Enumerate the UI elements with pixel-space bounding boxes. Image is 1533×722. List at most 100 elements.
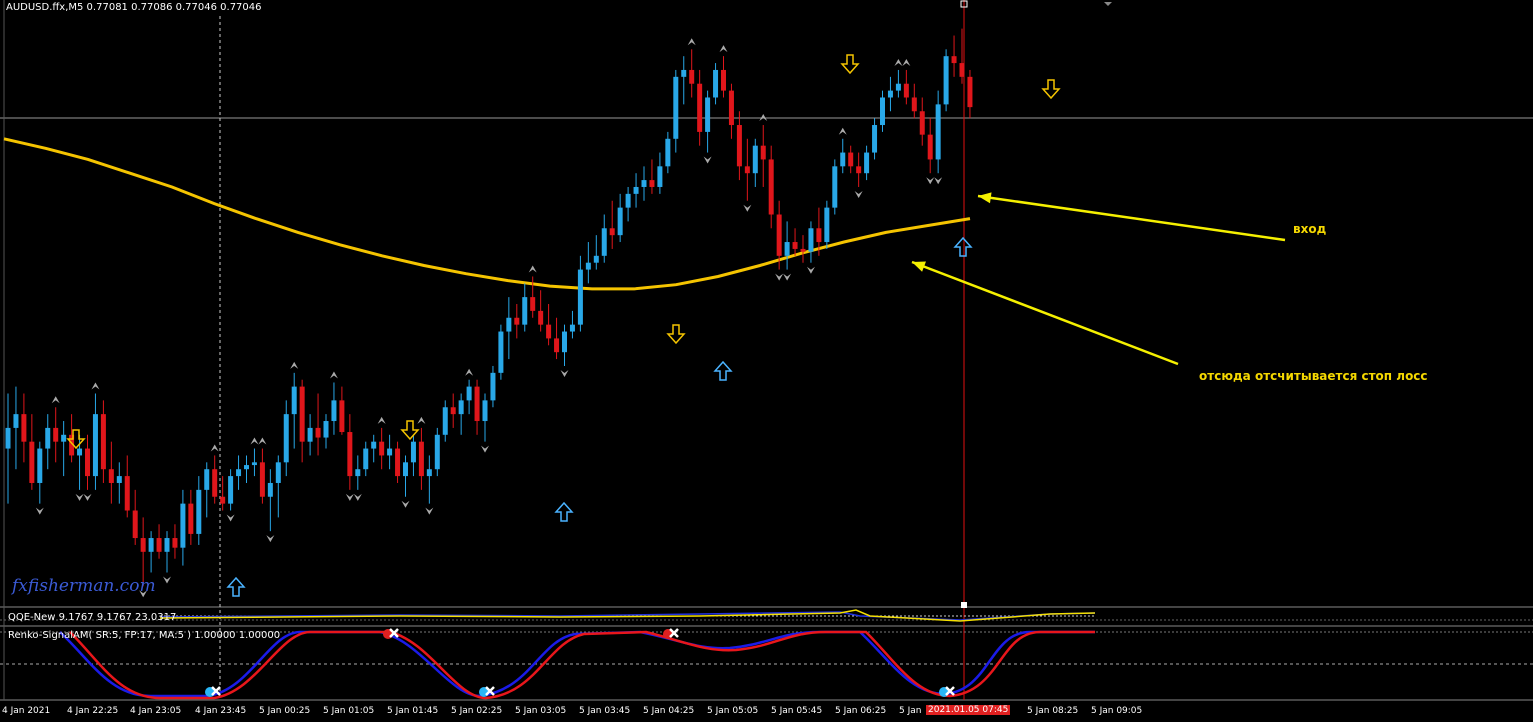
stop-loss-arrow bbox=[911, 260, 1179, 366]
candle-body bbox=[919, 111, 925, 135]
candle-body bbox=[228, 476, 234, 504]
candle-body bbox=[744, 166, 750, 174]
candle-body bbox=[410, 441, 416, 463]
crosshair-bottom-marker bbox=[961, 602, 967, 608]
candle-body bbox=[784, 242, 790, 256]
candle-body bbox=[895, 83, 901, 91]
candle-body bbox=[657, 166, 663, 187]
candle-body bbox=[625, 193, 631, 208]
candle-body bbox=[92, 414, 98, 477]
candle-body bbox=[816, 228, 822, 243]
candle-body bbox=[705, 97, 711, 132]
candle-body bbox=[85, 448, 90, 477]
fractal-down-marker bbox=[703, 156, 712, 164]
candle-body bbox=[100, 414, 106, 470]
candle-body bbox=[824, 207, 830, 243]
candle-body bbox=[53, 427, 59, 442]
candle-body bbox=[387, 448, 393, 456]
time-tick-label: 5 Jan 04:25 bbox=[643, 706, 695, 716]
candle-body bbox=[220, 496, 226, 504]
candle-body bbox=[275, 462, 281, 483]
candle-body bbox=[681, 69, 687, 77]
time-tick-label: 5 Jan 02:25 bbox=[451, 706, 503, 716]
time-tick-label: 5 Jan 03:05 bbox=[515, 706, 567, 716]
candle-body bbox=[808, 228, 814, 252]
candle-body bbox=[498, 331, 504, 373]
fractal-down-marker bbox=[560, 369, 569, 377]
candle-body bbox=[514, 317, 520, 325]
candle-body bbox=[426, 469, 432, 477]
fractal-down-marker bbox=[35, 507, 44, 515]
candle-body bbox=[363, 448, 369, 470]
fractal-down-marker bbox=[75, 493, 84, 501]
entry-arrow bbox=[977, 194, 1286, 242]
candle-body bbox=[562, 331, 567, 353]
candle-body bbox=[800, 248, 806, 252]
time-tick-label: 5 Jan 01:45 bbox=[387, 706, 439, 716]
candle-body bbox=[204, 469, 210, 490]
time-tick-label: 5 Jan 03:45 bbox=[579, 706, 631, 716]
fractal-down-marker bbox=[226, 514, 235, 522]
candle-body bbox=[116, 476, 122, 483]
candle-body bbox=[339, 400, 345, 433]
candle-body bbox=[124, 476, 130, 511]
candle-body bbox=[665, 138, 671, 167]
fractal-down-marker bbox=[926, 177, 935, 185]
candle-body bbox=[442, 407, 448, 435]
candle-body bbox=[585, 262, 591, 270]
candle-body bbox=[291, 386, 297, 415]
candle-body bbox=[403, 462, 408, 477]
candle-body bbox=[140, 538, 146, 552]
time-tick-label: 4 Jan 23:45 bbox=[195, 706, 247, 716]
sell-signal-arrow bbox=[400, 420, 420, 441]
fractal-up-marker bbox=[465, 368, 474, 376]
candle-body bbox=[593, 255, 599, 263]
candle-body bbox=[728, 90, 734, 126]
candle-body bbox=[347, 432, 353, 477]
annotation-stop-loss: отсюда отсчитывается стоп лосс bbox=[1199, 369, 1428, 383]
candle-body bbox=[355, 469, 361, 477]
renko-indicator-label: Renko-SignalAM( SR:5, FP:17, MA:5 ) 1.00… bbox=[8, 630, 281, 641]
fractal-up-marker bbox=[377, 416, 386, 424]
candle-body bbox=[609, 228, 615, 236]
candle-body bbox=[577, 269, 583, 325]
fractal-up-marker bbox=[902, 58, 911, 66]
candle-body bbox=[546, 324, 552, 339]
candle-body bbox=[490, 372, 496, 401]
time-tick-label: 5 Jan 01:05 bbox=[323, 706, 375, 716]
candle-body bbox=[395, 448, 401, 477]
candle-body bbox=[903, 83, 909, 98]
entry-arrow-head bbox=[978, 192, 992, 204]
candle-body bbox=[61, 434, 67, 442]
candle-body bbox=[37, 448, 43, 483]
fractal-up-marker bbox=[91, 382, 100, 390]
candle-body bbox=[736, 125, 742, 167]
fractal-down-marker bbox=[163, 576, 171, 584]
price-chart[interactable] bbox=[0, 0, 1533, 722]
candle-body bbox=[267, 482, 273, 497]
candle-body bbox=[848, 152, 854, 167]
candle-body bbox=[188, 503, 194, 534]
qqe-indicator-label: QQE-New 9.1767 9.1767 23.0317 bbox=[8, 612, 177, 623]
crosshair-time-label: 2021.01.05 07:45 bbox=[926, 705, 1011, 715]
fractal-down-marker bbox=[854, 190, 863, 198]
fractal-up-marker bbox=[258, 437, 267, 445]
fractal-up-marker bbox=[250, 437, 259, 445]
buy-signal-arrow bbox=[713, 360, 733, 381]
time-tick-label: 5 Jan 00:25 bbox=[259, 706, 311, 716]
candle-body bbox=[601, 228, 607, 256]
candle-body bbox=[482, 400, 488, 422]
symbol-header: AUDUSD.ffx,M5 0.77081 0.77086 0.77046 0.… bbox=[6, 2, 262, 13]
candle-body bbox=[29, 441, 35, 483]
candle-body bbox=[379, 441, 385, 456]
candle-body bbox=[13, 414, 19, 428]
candle-body bbox=[156, 538, 162, 552]
fractal-down-marker bbox=[353, 493, 362, 501]
fractal-up-marker bbox=[51, 396, 60, 404]
time-tick-label: 5 Jan bbox=[899, 706, 922, 716]
fractal-up-marker bbox=[719, 45, 728, 53]
candle-body bbox=[236, 469, 242, 477]
scroll-marker-icon bbox=[1104, 2, 1112, 6]
candle-body bbox=[530, 297, 536, 311]
fractal-up-marker bbox=[290, 361, 299, 369]
